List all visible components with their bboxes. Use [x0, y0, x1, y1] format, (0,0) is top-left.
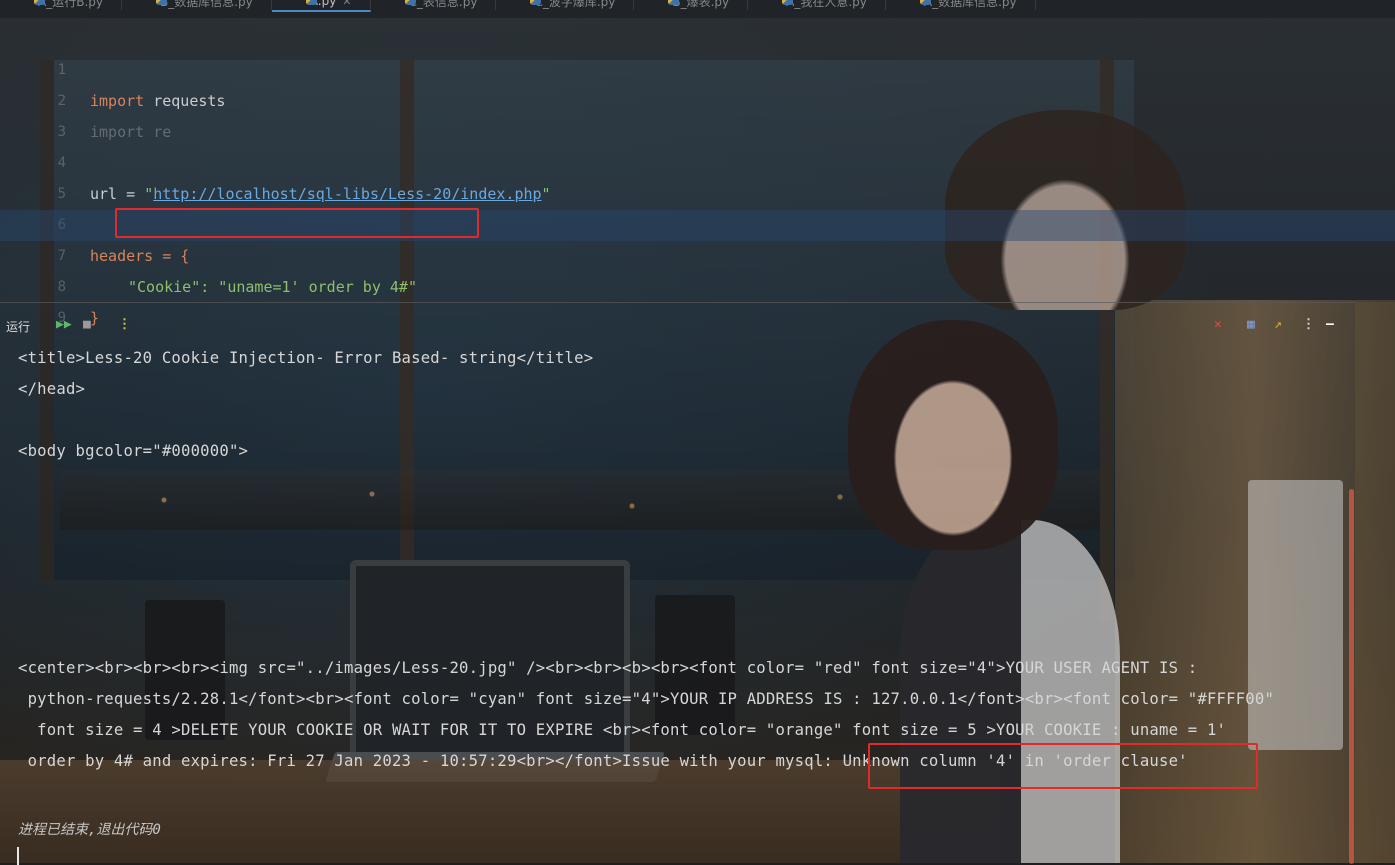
- tab-label: A_我在人意.py: [786, 0, 867, 9]
- console-line: <title>Less-20 Cookie Injection- Error B…: [18, 349, 594, 367]
- code-line[interactable]: 6 headers = {: [0, 179, 1395, 265]
- tab-label: C_波字爆库.py: [534, 0, 616, 9]
- tab-a-db-info[interactable]: A_数据库信息.py: [886, 0, 1036, 10]
- popout-icon[interactable]: ↗: [1274, 316, 1282, 334]
- tab-label: A_数据库信息.py: [923, 0, 1017, 9]
- tab-c-table-info[interactable]: C_表信息.py: [371, 0, 497, 10]
- console-line: font size = 4 >DELETE YOUR COOKIE OR WAI…: [18, 721, 1227, 739]
- python-file-icon: [34, 0, 45, 5]
- python-file-icon: [668, 0, 680, 5]
- console-line: <center><br><br><br><img src="../images/…: [18, 659, 1198, 677]
- python-file-icon: [530, 0, 542, 5]
- code-line[interactable]: 4 url = "http://localhost/sql-libs/Less-…: [0, 117, 1395, 203]
- python-file-icon: [919, 0, 931, 5]
- process-exit-message: 进程已结束,退出代码0: [18, 822, 161, 838]
- run-toolbar: 运行 ▶▶ ■ ⋮ ✕ ▦ ↗ ⋮ —: [0, 303, 1355, 349]
- editor-tab-bar: A_运行B.py B_数据库信息.py A.py ✕ C_表信息.py C_波字爆…: [0, 0, 1395, 18]
- python-file-icon: [404, 0, 416, 5]
- close-icon[interactable]: ✕: [1214, 316, 1222, 334]
- console-scrollbar[interactable]: [1349, 489, 1354, 864]
- cookie-highlight-box: [115, 208, 479, 238]
- run-panel: 运行 ▶▶ ■ ⋮ ✕ ▦ ↗ ⋮ — <title>Less-20 Cooki…: [0, 302, 1355, 865]
- text-caret: [17, 847, 19, 865]
- tab-a-run-b[interactable]: A_运行B.py: [0, 0, 122, 10]
- more-vertical-icon[interactable]: ⋮: [1302, 316, 1315, 334]
- tab-label: C_表信息.py: [408, 0, 478, 9]
- tab-b-tables[interactable]: B_爆表.py: [634, 0, 749, 10]
- code-line[interactable]: 5: [0, 148, 1395, 202]
- console-line: </head>: [18, 380, 86, 398]
- close-tab-icon[interactable]: ✕: [342, 0, 351, 8]
- tab-label: A_运行B.py: [38, 0, 103, 9]
- code-line[interactable]: 1 import requests: [0, 24, 1395, 110]
- console-line: python-requests/2.28.1</font><br><font c…: [18, 690, 1275, 708]
- python-file-icon: [155, 0, 167, 5]
- code-line[interactable]: 3: [0, 86, 1395, 140]
- error-highlight-box: [868, 743, 1258, 789]
- tab-label: B_爆表.py: [672, 0, 730, 9]
- console-line: <body bgcolor="#000000">: [18, 442, 249, 460]
- python-file-icon: [305, 0, 317, 5]
- stop-icon[interactable]: ■: [83, 316, 91, 334]
- more-vertical-icon[interactable]: ⋮: [118, 316, 131, 334]
- tab-c-dump[interactable]: C_波字爆库.py: [496, 0, 635, 10]
- code-area[interactable]: 1 import requests 2 import re 3 4 url = …: [0, 24, 1395, 327]
- code-line[interactable]: 8 }: [0, 241, 1395, 327]
- python-file-icon: [782, 0, 794, 5]
- tab-b-db-info[interactable]: B_数据库信息.py: [122, 0, 272, 10]
- code-line[interactable]: 9: [0, 272, 1395, 326]
- code-line[interactable]: 2 import re: [0, 55, 1395, 141]
- tab-a-py[interactable]: A.py ✕: [271, 0, 371, 12]
- run-tab-label[interactable]: 运行: [6, 318, 30, 335]
- layout-icon[interactable]: ▦: [1247, 316, 1255, 334]
- minimize-icon[interactable]: —: [1326, 316, 1334, 334]
- tab-label: B_数据库信息.py: [159, 0, 253, 9]
- right-gutter: [1355, 302, 1395, 863]
- code-editor: A_运行B.py B_数据库信息.py A.py ✕ C_表信息.py C_波字爆…: [0, 0, 1395, 327]
- tab-a-misc[interactable]: A_我在人意.py: [748, 0, 886, 10]
- rerun-icon[interactable]: ▶▶: [56, 316, 72, 334]
